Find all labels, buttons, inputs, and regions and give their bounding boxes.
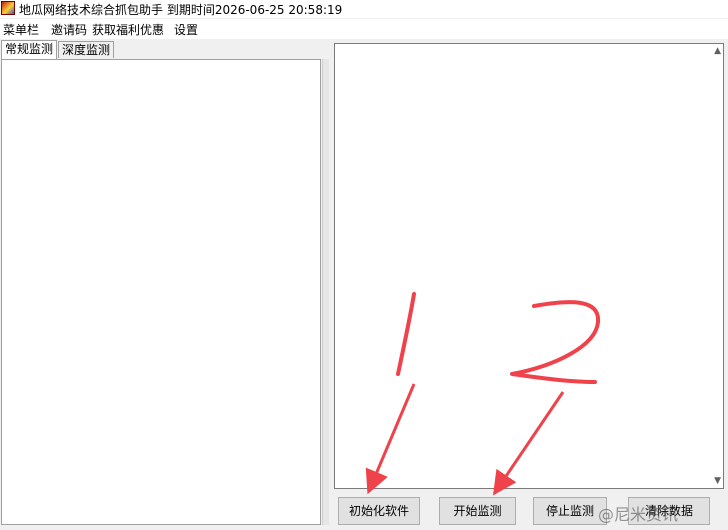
window-title: 地瓜网络技术综合抓包助手 到期时间2026-06-25 20:58:19 <box>19 3 343 17</box>
menu-item-get-benefits[interactable]: 获取福利优惠 <box>92 21 164 38</box>
menu-item-menubar[interactable]: 菜单栏 <box>3 21 39 38</box>
start-monitor-button[interactable]: 开始监测 <box>439 497 516 525</box>
scroll-down-icon[interactable]: ▼ <box>714 476 721 486</box>
scroll-up-icon[interactable]: ▲ <box>714 46 721 56</box>
stop-monitor-button[interactable]: 停止监测 <box>533 497 607 525</box>
menu-item-invite-code[interactable]: 邀请码 <box>51 21 87 38</box>
menu-item-settings[interactable]: 设置 <box>174 21 198 38</box>
tab-deep-monitor[interactable]: 深度监测 <box>58 41 115 58</box>
tab-regular-monitor[interactable]: 常规监测 <box>1 40 58 59</box>
left-panel-scrollbar[interactable] <box>322 59 329 525</box>
capture-detail-panel[interactable]: ▲ ▼ <box>334 43 724 489</box>
title-bar: 地瓜网络技术综合抓包助手 到期时间2026-06-25 20:58:19 <box>0 0 728 18</box>
clear-data-button[interactable]: 清除数据 <box>628 497 710 525</box>
monitor-tab-bar: 常规监测 深度监测 <box>0 40 330 60</box>
app-logo-icon <box>1 1 15 15</box>
menu-bar: 菜单栏 邀请码 获取福利优惠 设置 <box>0 19 728 39</box>
capture-list-panel[interactable] <box>1 59 321 525</box>
init-software-button[interactable]: 初始化软件 <box>338 497 420 525</box>
